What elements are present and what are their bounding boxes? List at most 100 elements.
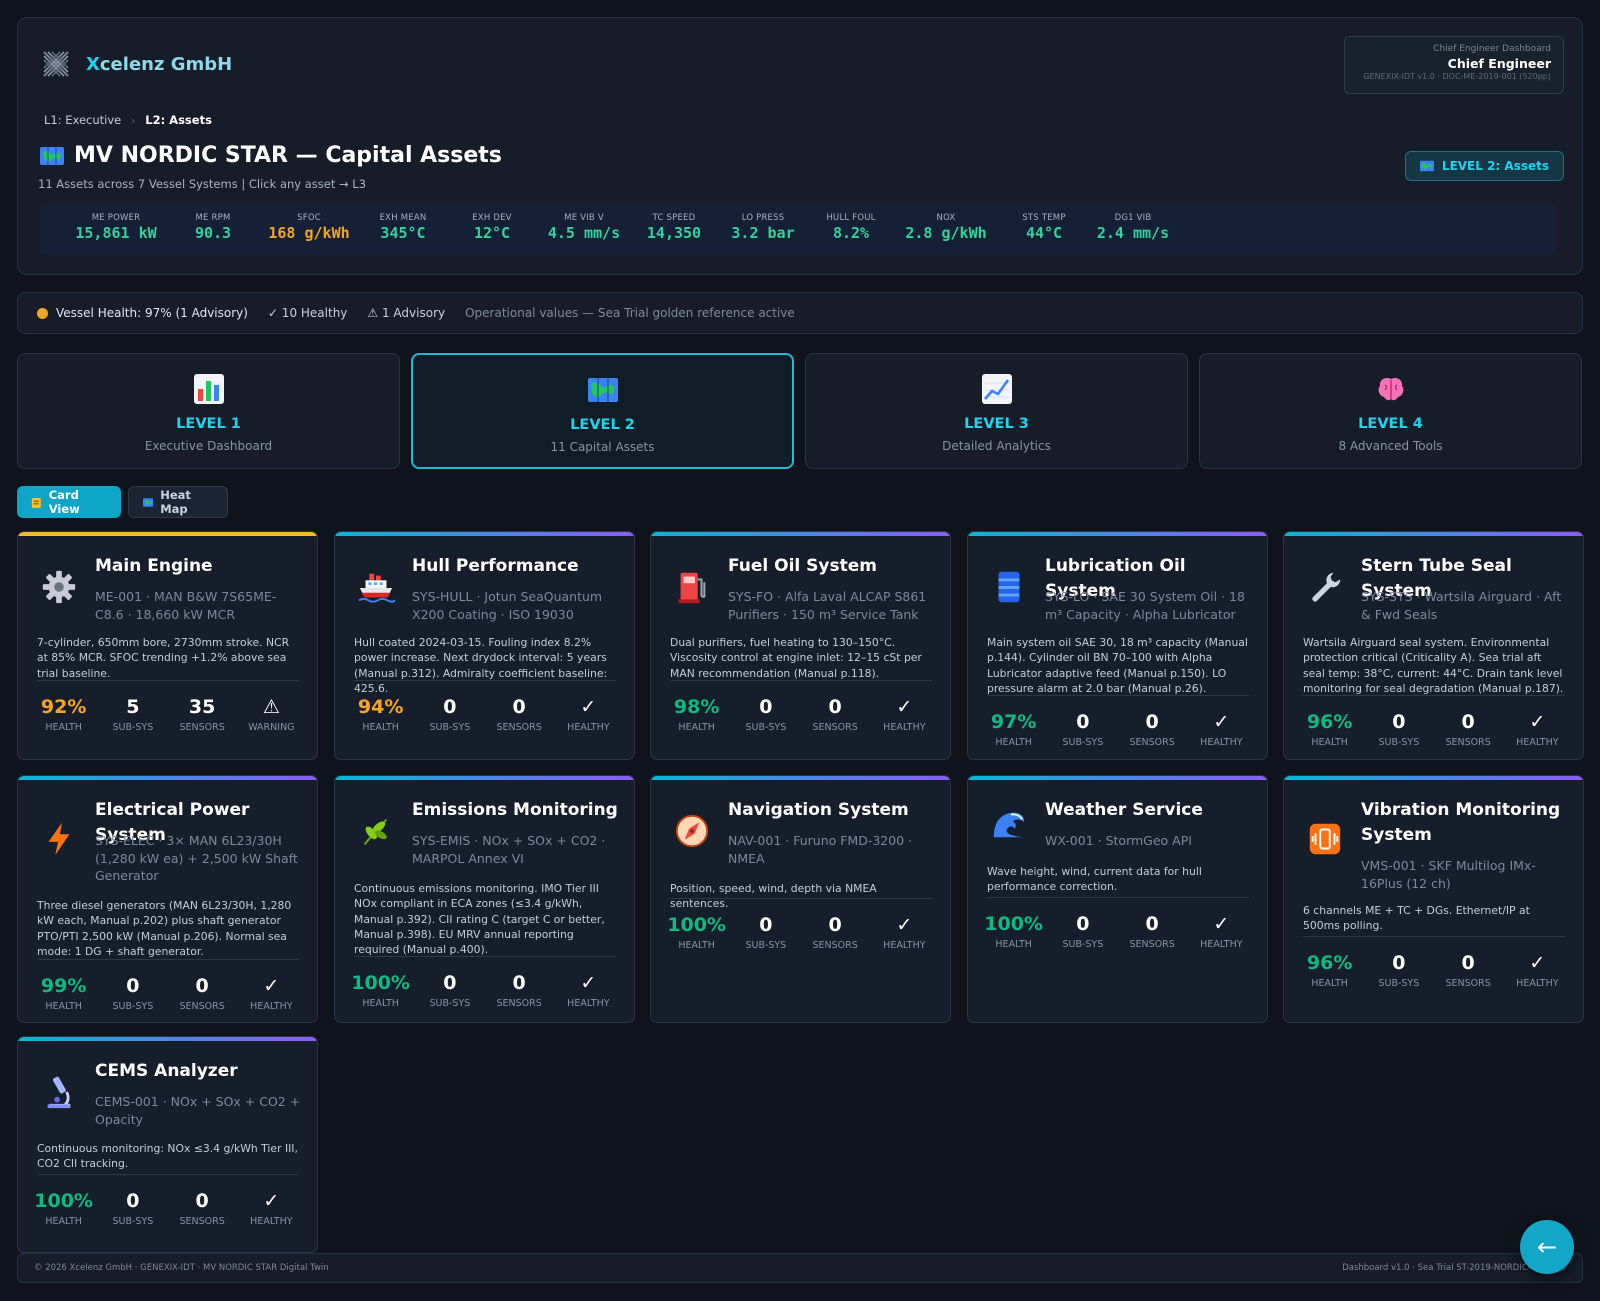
- stat-label: SENSORS: [1129, 737, 1175, 748]
- stat-health: 94% HEALTH: [346, 694, 415, 733]
- leaf-icon: [357, 812, 395, 850]
- card-accent-bar: [651, 776, 950, 780]
- level-1-card[interactable]: LEVEL 1 Executive Dashboard: [17, 353, 400, 469]
- stat-sensors: 0 SENSORS: [801, 694, 870, 733]
- map-icon: [1419, 160, 1434, 172]
- asset-meta: SYS-EMIS · NOx + SOx + CO2 · MARPOL Anne…: [412, 833, 606, 866]
- back-button[interactable]: ←: [1520, 1220, 1574, 1274]
- level-2-card[interactable]: LEVEL 2 11 Capital Assets: [411, 353, 794, 469]
- card-view-button[interactable]: Card View: [17, 486, 121, 518]
- stat-value: 0: [1145, 711, 1159, 733]
- level-1-desc: Executive Dashboard: [144, 439, 273, 453]
- stat-state: ✓ HEALTHY: [1187, 709, 1256, 748]
- stat-label: SENSORS: [812, 722, 858, 733]
- asset-card-cems-analyzer[interactable]: CEMS Analyzer CEMS-001 · NOx + SOx + CO2 …: [17, 1036, 318, 1253]
- stat-sensors: 35 SENSORS: [168, 694, 237, 733]
- page-title: MV NORDIC STAR — Capital Assets: [74, 143, 502, 168]
- asset-stats: 100% HEALTH 0 SUB-SYS 0 SENSORS ✓ HEALTHY: [29, 1188, 306, 1227]
- stat-label: SUB-SYS: [112, 1001, 154, 1012]
- stat-value: ✓: [263, 975, 280, 997]
- card-divider: [670, 898, 932, 899]
- stat-value: 5: [126, 696, 140, 718]
- stat-subsys: 0 SUB-SYS: [1048, 709, 1117, 748]
- level-3-label: LEVEL 3: [964, 416, 1029, 432]
- stat-label: SENSORS: [179, 1001, 225, 1012]
- card-accent-bar: [968, 776, 1267, 780]
- stat-subsys: 0 SUB-SYS: [1048, 911, 1117, 950]
- asset-name: Hull Performance: [412, 556, 579, 576]
- level-2-desc: 11 Capital Assets: [550, 440, 655, 454]
- stat-health: 96% HEALTH: [1295, 950, 1364, 989]
- asset-stats: 99% HEALTH 0 SUB-SYS 0 SENSORS ✓ HEALTHY: [29, 973, 306, 1012]
- stat-value: 99%: [40, 975, 87, 997]
- stat-label: SUB-SYS: [745, 722, 787, 733]
- stat-value: 0: [828, 696, 842, 718]
- stat-state: ✓ HEALTHY: [1503, 709, 1572, 748]
- map-icon: [587, 378, 618, 402]
- card-accent-bar: [1284, 532, 1583, 536]
- healthy-count: ✓ 10 Healthy: [267, 306, 348, 320]
- breadcrumb-l1[interactable]: L1: Executive: [44, 113, 121, 127]
- level-3-card[interactable]: LEVEL 3 Detailed Analytics: [805, 353, 1188, 469]
- stat-value: ✓: [580, 972, 597, 994]
- role-doc: GENEXIX-IDT v1.0 · DOC-ME-2019-001 (520p…: [1363, 72, 1551, 81]
- asset-description: Wartsila Airguard seal system. Environme…: [1303, 636, 1564, 695]
- gear-icon: [40, 568, 78, 606]
- asset-card-emissions-monitoring[interactable]: Emissions Monitoring SYS-EMIS · NOx + SOx…: [334, 775, 635, 1023]
- stat-sensors: 0 SENSORS: [1118, 709, 1187, 748]
- vessel-status-bar: Vessel Health: 97% (1 Advisory) ✓ 10 Hea…: [17, 292, 1583, 334]
- stat-value: 100%: [351, 972, 410, 994]
- asset-card-main-engine[interactable]: Main Engine ME-001 · MAN B&W 7S65ME-C8.6 …: [17, 531, 318, 760]
- asset-card-lubrication-oil-system[interactable]: Lubrication Oil System SYS-LO · SAE 30 Sy…: [967, 531, 1268, 760]
- stat-label: HEALTH: [678, 940, 715, 951]
- advisory-count: ⚠ 1 Advisory: [367, 306, 446, 320]
- card-divider: [354, 956, 616, 957]
- asset-card-weather-service[interactable]: Weather Service WX-001 · StormGeo API Wave…: [967, 775, 1268, 1023]
- stat-label: SENSORS: [1445, 978, 1491, 989]
- line-chart-icon: [981, 374, 1012, 404]
- stat-label: HEALTHY: [1516, 978, 1559, 989]
- stat-label: SUB-SYS: [745, 940, 787, 951]
- asset-name: Weather Service: [1045, 800, 1203, 820]
- card-accent-bar: [18, 776, 317, 780]
- stat-label: HEALTH: [45, 722, 82, 733]
- stat-subsys: 0 SUB-SYS: [1364, 950, 1433, 989]
- asset-description: Continuous monitoring: NOx ≤3.4 g/kWh Ti…: [37, 1142, 298, 1171]
- level-4-card[interactable]: LEVEL 4 8 Advanced Tools: [1199, 353, 1582, 469]
- card-divider: [37, 959, 299, 960]
- card-accent-bar: [968, 532, 1267, 536]
- asset-meta: SYS-STS · Wartsila Airguard · Aft & Fwd …: [1361, 589, 1562, 622]
- card-divider: [987, 897, 1249, 898]
- stat-label: HEALTHY: [1200, 737, 1243, 748]
- brand-name[interactable]: Xcelenz GmbH: [86, 54, 232, 75]
- stat-sensors: 0 SENSORS: [1434, 950, 1503, 989]
- stat-label: SUB-SYS: [112, 722, 154, 733]
- asset-name: CEMS Analyzer: [95, 1061, 238, 1081]
- heat-map-button[interactable]: Heat Map: [128, 486, 228, 518]
- stat-label: HEALTH: [362, 998, 399, 1009]
- card-accent-bar: [1284, 776, 1583, 780]
- asset-name: Fuel Oil System: [728, 556, 877, 576]
- asset-description: 7-cylinder, 650mm bore, 2730mm stroke. N…: [37, 636, 290, 680]
- stat-state: ✓ HEALTHY: [1503, 950, 1572, 989]
- stat-value: ✓: [263, 1190, 280, 1212]
- asset-card-stern-tube-seal-system[interactable]: Stern Tube Seal System SYS-STS · Wartsila…: [1283, 531, 1584, 760]
- card-divider: [987, 695, 1249, 696]
- asset-card-navigation-system[interactable]: Navigation System NAV-001 · Furuno FMD-32…: [650, 775, 951, 1023]
- asset-meta: ME-001 · MAN B&W 7S65ME-C8.6 · 18,660 kW…: [95, 589, 277, 622]
- stat-sensors: 0 SENSORS: [1434, 709, 1503, 748]
- asset-card-electrical-power-system[interactable]: Electrical Power System SYS-ELEC · 3× MAN…: [17, 775, 318, 1023]
- stat-label: HEALTHY: [567, 722, 610, 733]
- asset-card-hull-performance[interactable]: Hull Performance SYS-HULL · Jotun SeaQuan…: [334, 531, 635, 760]
- asset-card-fuel-oil-system[interactable]: Fuel Oil System SYS-FO · Alfa Laval ALCAP…: [650, 531, 951, 760]
- stat-health: 98% HEALTH: [662, 694, 731, 733]
- stat-value: 0: [759, 696, 773, 718]
- heat-map-label: Heat Map: [160, 488, 191, 516]
- stat-value: 0: [1461, 952, 1475, 974]
- stat-label: HEALTH: [45, 1216, 82, 1227]
- stat-label: SENSORS: [179, 1216, 225, 1227]
- asset-card-vibration-monitoring-system[interactable]: Vibration Monitoring System VMS-001 · SKF…: [1283, 775, 1584, 1023]
- stat-value: 96%: [1306, 952, 1353, 974]
- stat-value: ✓: [1529, 711, 1546, 733]
- footer-copyright: © 2026 Xcelenz GmbH · GENEXIX-IDT · MV N…: [34, 1263, 329, 1273]
